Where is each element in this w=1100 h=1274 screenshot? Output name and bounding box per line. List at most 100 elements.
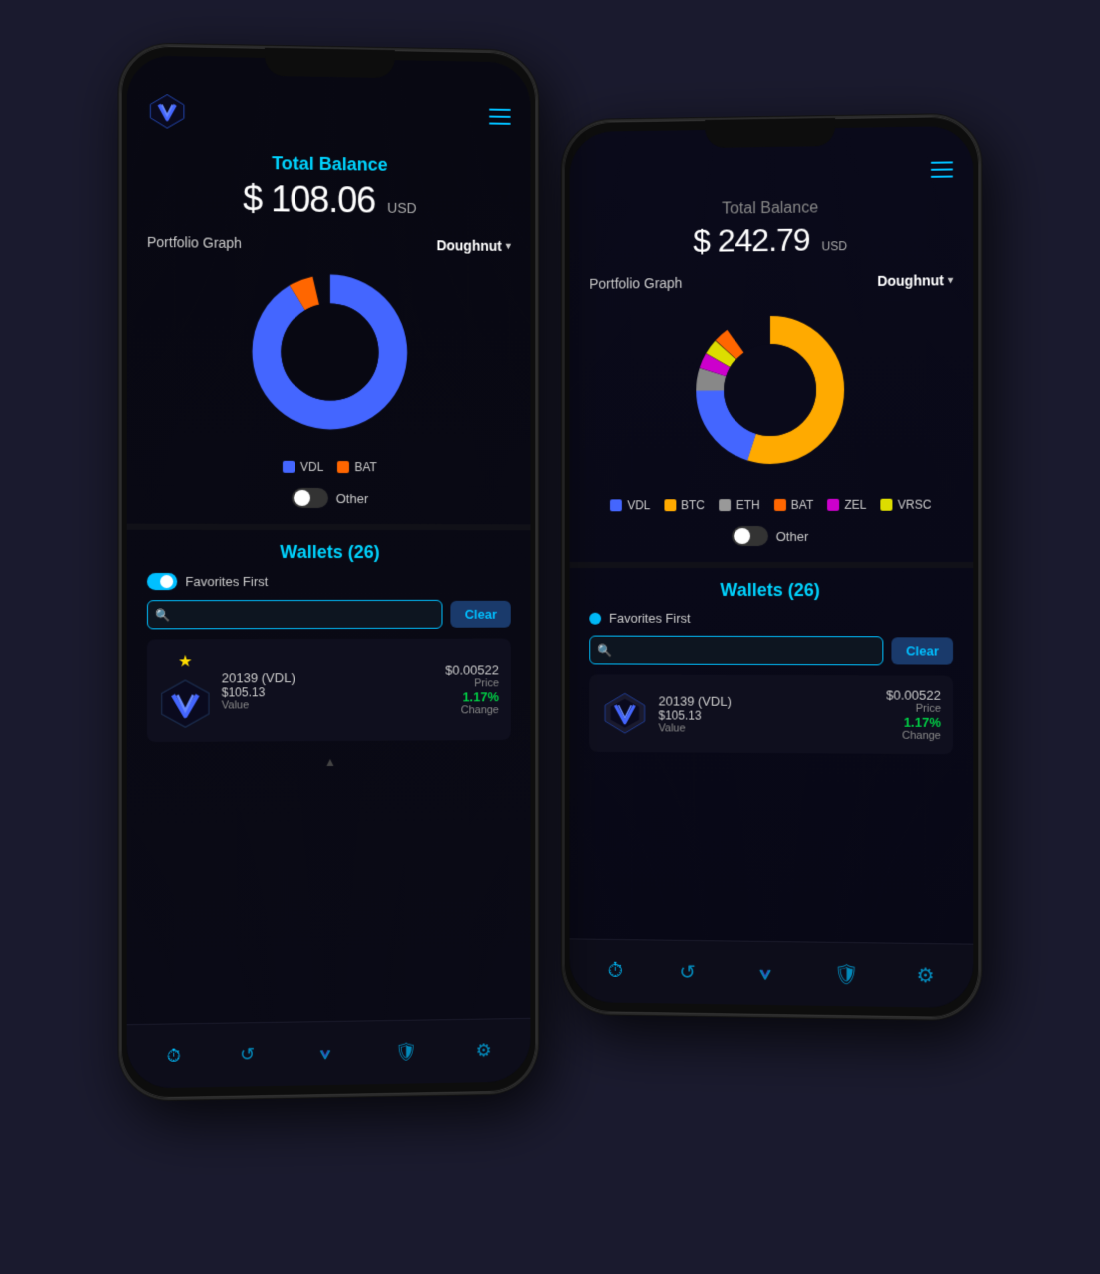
clear-button-back[interactable]: Clear [892, 637, 953, 664]
favorites-row-front: Favorites First [147, 573, 511, 590]
vol-up-back [979, 237, 981, 267]
clear-button-front[interactable]: Clear [451, 601, 511, 628]
legend-dot-vdl-back [610, 499, 622, 511]
wallet-item-left-front: ★ [159, 651, 211, 730]
wallet-price-section-front: $0.00522 Price 1.17% Change [445, 662, 499, 716]
screen-content-front: Total Balance $ 108.06 USD Portfolio Gra… [127, 55, 531, 1088]
nav-dashboard-back[interactable]: ⏱ [607, 960, 622, 983]
wallet-change-label-back: Change [886, 730, 941, 742]
balance-amount-front: $ 108.06 [243, 178, 375, 222]
wallet-change-label-front: Change [445, 704, 499, 716]
legend-dot-vdl-front [283, 461, 295, 473]
nav-security-front[interactable]: 🛡 [395, 1042, 418, 1063]
donut-chart-front [240, 261, 420, 442]
vol-up-front [119, 166, 121, 196]
wallet-item-front: ★ 20139 (VDL) $105.13 Value [147, 639, 511, 743]
nav-security-icon-front: 🛡 [395, 1042, 418, 1063]
chart-type-back[interactable]: Doughnut ▾ [877, 272, 953, 289]
wallet-item-left-back [601, 689, 648, 737]
balance-section-front: Total Balance $ 108.06 USD [127, 141, 531, 228]
legend-dot-bat-back [774, 499, 786, 511]
nav-vdl-icon-front [314, 1042, 336, 1064]
hamburger-front[interactable] [489, 109, 511, 125]
legend-dot-bat-front [337, 461, 349, 473]
wallet-name-back: 20139 (VDL) [659, 693, 877, 709]
nav-settings-back[interactable]: ⚙ [916, 963, 934, 988]
wallet-change-back: 1.17% [886, 715, 941, 730]
notch-back [705, 118, 835, 148]
wallet-value-front: $105.13 [222, 684, 436, 699]
toggle-favorites-front[interactable] [147, 573, 177, 590]
portfolio-section-front: Portfolio Graph Doughnut ▾ [127, 224, 531, 525]
legend-eth-back: ETH [719, 498, 760, 512]
screen-content-back: Total Balance $ 242.79 USD Portfolio Gra… [570, 126, 974, 1008]
nav-dashboard-icon-back: ⏱ [607, 960, 622, 983]
wallet-price-label-back: Price [886, 703, 941, 715]
toggle-fav-knob-front [160, 575, 173, 588]
wallets-header-back: Wallets (26) [589, 580, 953, 601]
legend-dot-vrsc-back [881, 499, 893, 511]
fav-dot-back [589, 612, 601, 624]
power-back [562, 261, 564, 311]
nav-history-icon-front: ↺ [240, 1044, 255, 1065]
bottom-nav-back: ⏱ ↺ 🛡 ⚙ [570, 938, 974, 1008]
legend-dot-btc-back [664, 499, 676, 511]
wallet-item-back: 20139 (VDL) $105.13 Value $0.00522 Price… [589, 674, 953, 754]
search-input-back[interactable] [589, 636, 884, 666]
search-wrapper-back: 🔍 [589, 636, 884, 666]
hamburger-back[interactable] [931, 161, 953, 177]
legend-dot-eth-back [719, 499, 731, 511]
legend-btc-back: BTC [664, 498, 705, 512]
other-toggle-front: Other [147, 481, 511, 514]
other-toggle-back: Other [589, 520, 953, 552]
search-icon-front: 🔍 [155, 608, 170, 622]
phone-front: Total Balance $ 108.06 USD Portfolio Gra… [119, 43, 539, 1101]
toggle-switch-back[interactable] [732, 526, 768, 546]
power-front [536, 192, 538, 242]
nav-history-back[interactable]: ↺ [679, 960, 696, 985]
nav-dashboard-icon-front: ⏱ [167, 1045, 181, 1066]
wallet-price-back: $0.00522 [886, 687, 941, 702]
nav-settings-front[interactable]: ⚙ [476, 1040, 492, 1061]
notch-front [265, 48, 395, 78]
vol-down-back [979, 277, 981, 307]
legend-zel-back: ZEL [827, 498, 866, 512]
toggle-switch-front[interactable] [292, 488, 328, 508]
wallet-name-front: 20139 (VDL) [222, 669, 436, 685]
chart-type-front[interactable]: Doughnut ▾ [436, 237, 510, 254]
chart-arrow-back: ▾ [948, 275, 953, 286]
legend-bat-front: BAT [337, 460, 376, 474]
star-icon-front[interactable]: ★ [178, 651, 192, 671]
search-input-front[interactable] [147, 600, 443, 629]
legend-bat-back: BAT [774, 498, 813, 512]
nav-vdl-front[interactable] [314, 1042, 336, 1064]
portfolio-label-front: Portfolio Graph [147, 234, 242, 251]
legend-vrsc-back: VRSC [881, 498, 932, 512]
wallet-value-label-front: Value [222, 698, 436, 711]
fav-label-back: Favorites First [609, 611, 691, 626]
balance-label-back: Total Balance [589, 198, 953, 221]
portfolio-label-back: Portfolio Graph [589, 275, 682, 292]
favorites-row-back: Favorites First [589, 611, 953, 627]
search-row-front: 🔍 Clear [147, 600, 511, 630]
wallet-value-back: $105.13 [659, 708, 877, 723]
wallets-section-front: Wallets (26) Favorites First 🔍 Clear [127, 530, 531, 751]
bottom-nav-front: ⏱ ↺ 🛡 ⚙ [127, 1018, 531, 1089]
donut-chart-back [680, 299, 860, 480]
wallet-logo-back [601, 689, 648, 737]
nav-vdl-back[interactable] [753, 961, 777, 985]
nav-security-back[interactable]: 🛡 [833, 962, 859, 987]
legend-front: VDL BAT [147, 451, 511, 482]
phones-container: Total Balance $ 242.79 USD Portfolio Gra… [100, 37, 1000, 1237]
screen-back: Total Balance $ 242.79 USD Portfolio Gra… [570, 126, 974, 1008]
nav-history-front[interactable]: ↺ [240, 1044, 255, 1065]
wallet-info-back: 20139 (VDL) $105.13 Value [659, 693, 877, 735]
legend-back: VDL BTC ETH BAT [589, 490, 953, 521]
nav-dashboard-front[interactable]: ⏱ [167, 1045, 181, 1066]
balance-currency-back: USD [822, 239, 847, 253]
nav-settings-icon-back: ⚙ [916, 963, 934, 988]
legend-vdl-front: VDL [283, 460, 323, 474]
scroll-hint-front: ▲ [127, 748, 531, 777]
portfolio-section-back: Portfolio Graph Doughnut ▾ [570, 262, 974, 562]
wallet-value-label-back: Value [659, 722, 877, 735]
